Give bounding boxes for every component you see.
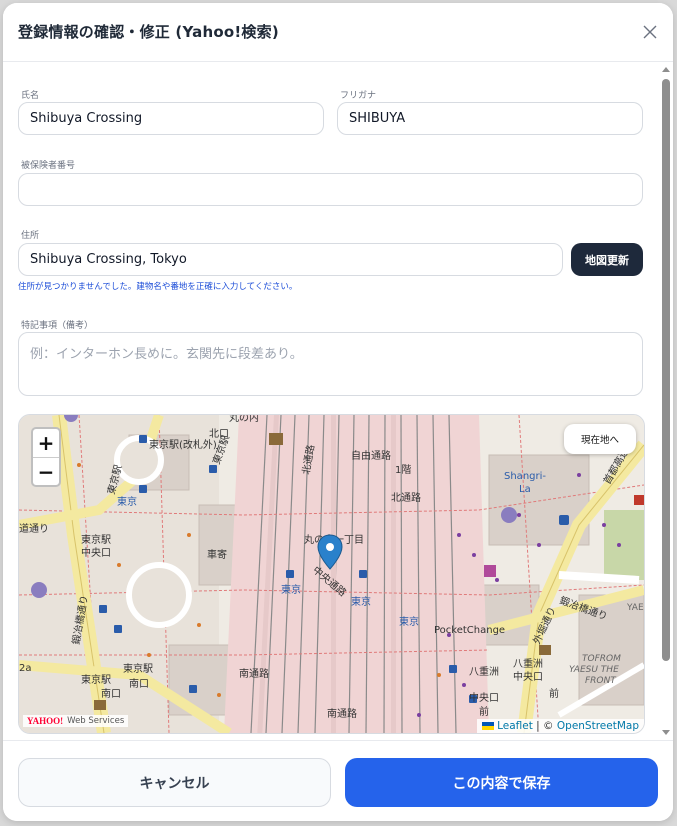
osm-link[interactable]: OpenStreetMap <box>557 720 639 732</box>
zoom-in-button[interactable]: + <box>33 429 59 458</box>
dialog-title: 登録情報の確認・修正 (Yahoo!検索) <box>18 23 279 41</box>
svg-text:前: 前 <box>549 687 559 700</box>
svg-text:東京: 東京 <box>399 615 419 628</box>
name-label: 氏名 <box>21 91 40 101</box>
svg-text:中央口: 中央口 <box>469 691 499 704</box>
svg-text:TOFROM: TOFROM <box>582 654 621 664</box>
svg-text:丸の内: 丸の内 <box>229 415 259 424</box>
address-input[interactable]: Shibuya Crossing, Tokyo <box>18 243 563 276</box>
svg-text:中央口: 中央口 <box>81 546 111 559</box>
yahoo-credit[interactable]: YAHOO! Web Services <box>23 715 129 727</box>
svg-text:八重洲: 八重洲 <box>513 657 543 670</box>
close-icon <box>643 25 657 39</box>
yahoo-credit-text: Web Services <box>67 716 125 726</box>
svg-text:中央口: 中央口 <box>513 670 543 683</box>
zoom-control: + − <box>31 427 61 487</box>
ukraine-flag-icon <box>481 722 494 730</box>
map-tiles: 丸の内 北口 東京駅(改札外) 東京駅 北通路 自由通路 1階 北通路 東京 東… <box>19 415 644 733</box>
svg-text:北通路: 北通路 <box>391 491 421 504</box>
edit-dialog: 登録情報の確認・修正 (Yahoo!検索) 氏名 Shibuya Crossin… <box>3 3 673 821</box>
svg-text:前: 前 <box>479 705 489 718</box>
svg-text:南通路: 南通路 <box>239 667 269 680</box>
svg-text:東京: 東京 <box>281 583 301 596</box>
svg-text:東京駅(改札外): 東京駅(改札外) <box>149 438 217 451</box>
svg-text:車寄: 車寄 <box>207 548 227 561</box>
insurance-label: 被保険者番号 <box>21 161 76 171</box>
svg-text:南通路: 南通路 <box>327 707 357 720</box>
svg-text:FRONT: FRONT <box>585 676 617 686</box>
notes-textarea[interactable]: 例：インターホン長めに。玄関先に段差あり。 <box>18 332 643 396</box>
map-attribution: Leaflet | © OpenStreetMap <box>476 719 644 733</box>
svg-text:YAESU THE: YAESU THE <box>569 665 619 675</box>
name-input[interactable]: Shibuya Crossing <box>18 102 324 135</box>
dialog-footer: キャンセル この内容で保存 <box>3 740 673 821</box>
svg-text:YAE: YAE <box>626 603 644 613</box>
svg-text:八重洲: 八重洲 <box>469 665 499 678</box>
svg-text:南口: 南口 <box>129 677 149 690</box>
svg-text:2a: 2a <box>19 663 32 674</box>
svg-text:道通り: 道通り <box>19 522 49 535</box>
svg-text:自由通路: 自由通路 <box>351 449 391 462</box>
attribution-separator: | © <box>532 720 557 732</box>
zoom-out-button[interactable]: − <box>33 458 59 486</box>
address-label: 住所 <box>21 231 40 241</box>
insurance-number-input[interactable] <box>18 173 643 206</box>
svg-text:東京駅: 東京駅 <box>81 673 111 686</box>
current-location-button[interactable]: 現在地へ <box>564 424 636 454</box>
svg-text:1階: 1階 <box>395 464 411 476</box>
svg-text:PocketChange: PocketChange <box>434 625 505 636</box>
scroll-down-arrow-icon[interactable] <box>661 729 671 737</box>
map-view[interactable]: 丸の内 北口 東京駅(改札外) 東京駅 北通路 自由通路 1階 北通路 東京 東… <box>18 414 645 734</box>
svg-text:南口: 南口 <box>101 687 121 700</box>
map-update-button[interactable]: 地図更新 <box>571 243 643 276</box>
kana-label: フリガナ <box>340 91 377 101</box>
cancel-button[interactable]: キャンセル <box>18 758 331 807</box>
address-hint: 住所が見つかりませんでした。建物名や番地を正確に入力してください。 <box>18 282 298 292</box>
svg-text:東京: 東京 <box>351 595 371 608</box>
dialog-header: 登録情報の確認・修正 (Yahoo!検索) <box>3 3 673 62</box>
svg-text:Shangri-: Shangri- <box>504 471 546 482</box>
svg-text:東京駅: 東京駅 <box>81 533 111 546</box>
dialog-body: 氏名 Shibuya Crossing フリガナ SHIBUYA 被保険者番号 … <box>3 62 673 740</box>
svg-text:東京: 東京 <box>117 495 137 508</box>
scroll-up-arrow-icon[interactable] <box>661 65 671 73</box>
svg-text:東京駅: 東京駅 <box>123 662 153 675</box>
yahoo-logo: YAHOO! <box>27 716 64 726</box>
leaflet-link[interactable]: Leaflet <box>497 720 533 732</box>
svg-text:La: La <box>519 484 531 495</box>
kana-input[interactable]: SHIBUYA <box>337 102 643 135</box>
close-button[interactable] <box>639 21 661 43</box>
save-button[interactable]: この内容で保存 <box>345 758 658 807</box>
notes-label: 特記事項（備考） <box>21 321 94 331</box>
scrollbar-thumb[interactable] <box>662 79 670 661</box>
